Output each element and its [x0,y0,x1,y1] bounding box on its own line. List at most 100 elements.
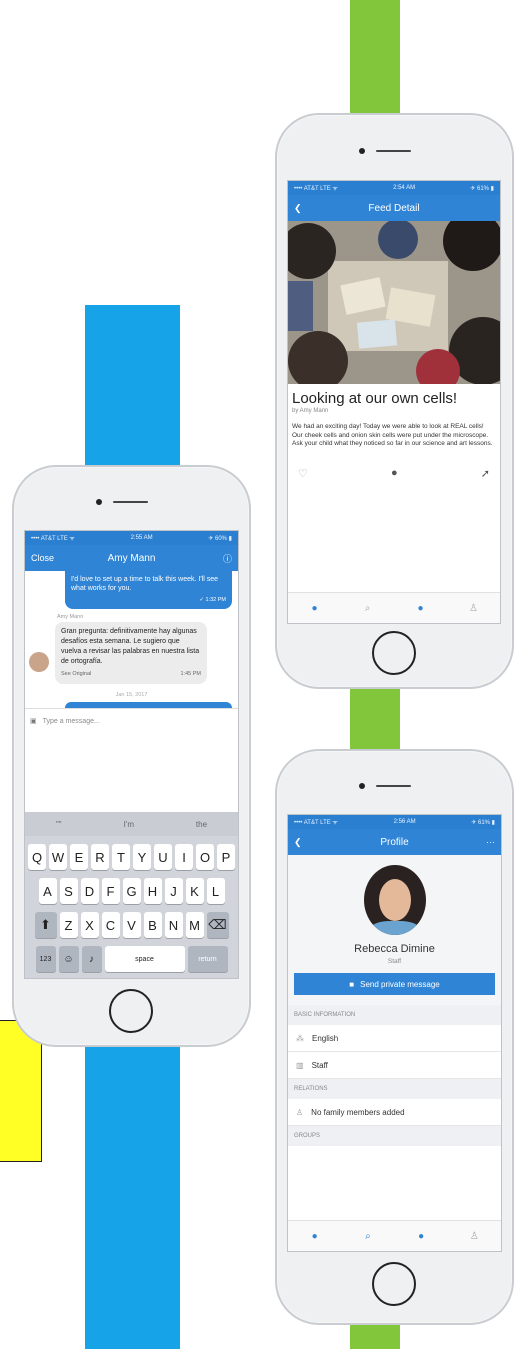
message-input[interactable]: Type a message... [43,718,100,725]
key-b[interactable]: B [143,912,162,938]
feed-tab-icon[interactable]: ● [308,601,322,615]
see-original-link[interactable]: See Original [61,669,91,679]
search-tab-icon[interactable]: ⌕ [361,601,375,615]
key-e[interactable]: E [70,844,88,870]
back-chevron-icon[interactable]: ❮ [294,195,302,221]
backspace-key-icon[interactable]: ⌫ [206,912,229,938]
key-space[interactable]: space [104,946,185,972]
basic-information-header: BASIC INFORMATION [288,1005,501,1025]
incoming-row: Gran pregunta: definitivamente hay algun… [25,622,238,684]
post-photo[interactable] [288,221,500,384]
carrier-signal: •••• AT&T LTE ᯤ [294,820,338,826]
key-w[interactable]: W [49,844,67,870]
carrier-signal: •••• AT&T LTE ᯤ [31,536,75,542]
front-camera [359,783,365,789]
carrier-signal: •••• AT&T LTE ᯤ [294,186,338,192]
key-j[interactable]: J [164,878,183,904]
green-stripe-top [350,0,400,115]
groups-header: GROUPS [288,1126,501,1146]
key-p[interactable]: P [217,844,235,870]
suggestion-2[interactable]: I'm [124,820,134,829]
key-123[interactable]: 123 [35,946,56,972]
key-x[interactable]: X [80,912,99,938]
blue-stripe-top [85,305,180,465]
status-bar: •••• AT&T LTE ᯤ 2:56 AM ✈ 61% ▮ [288,815,501,829]
date-divider: Jan 15, 2017 [115,692,148,698]
profile-tab-icon[interactable]: ♙ [467,1229,481,1243]
key-r[interactable]: R [91,844,109,870]
key-d[interactable]: D [80,878,99,904]
profile-avatar[interactable] [363,865,426,935]
key-y[interactable]: Y [133,844,151,870]
profile-screen: •••• AT&T LTE ᯤ 2:56 AM ✈ 61% ▮ ❮ Profil… [287,814,502,1252]
classroom-photo-illustration [288,221,500,384]
keyboard: "" I'm the Q W E R T Y U I O P A S D F G… [25,812,238,978]
messages-tab-icon[interactable]: ● [414,601,428,615]
key-l[interactable]: L [206,878,225,904]
globe-icon[interactable]: ● [391,467,398,480]
share-icon[interactable]: ➚ [481,467,490,480]
earpiece-speaker [376,150,411,152]
microphone-key-icon[interactable]: ♪ [81,946,102,972]
role-value: Staff [311,1060,328,1070]
emoji-key-icon[interactable]: ☺ [58,946,79,972]
status-time: 2:54 AM [393,185,416,191]
incoming-message-text: Gran pregunta: definitivamente hay algun… [61,628,200,665]
phone-profile: •••• AT&T LTE ᯤ 2:56 AM ✈ 61% ▮ ❮ Profil… [275,749,514,1325]
home-button[interactable] [109,989,153,1033]
key-n[interactable]: N [164,912,183,938]
info-icon[interactable]: ⓘ [223,545,232,571]
key-c[interactable]: C [101,912,120,938]
post-actions: ♡ ● ➚ [288,449,500,480]
heart-icon[interactable]: ♡ [298,467,308,480]
incoming-message-time: 1:45 PM [180,671,201,677]
battery-status: ✈ 61% ▮ [471,819,495,826]
key-h[interactable]: H [143,878,162,904]
back-chevron-icon[interactable]: ❮ [294,829,302,855]
key-k[interactable]: K [185,878,204,904]
key-v[interactable]: V [122,912,141,938]
shift-key-icon[interactable]: ⬆ [34,912,57,938]
incoming-message: Gran pregunta: definitivamente hay algun… [55,622,207,684]
blue-stripe-bottom [85,1040,180,1349]
attachment-icon[interactable]: ▣ [30,717,37,725]
home-button[interactable] [372,631,416,675]
avatar-shirt [369,921,420,935]
role-row: ▥ Staff [288,1052,501,1079]
feed-screen: •••• AT&T LTE ᯤ 2:54 AM ✈ 61% ▮ ❮ Feed D… [287,180,501,624]
key-q[interactable]: Q [28,844,46,870]
key-o[interactable]: O [196,844,214,870]
key-g[interactable]: G [122,878,141,904]
chat-screen: •••• AT&T LTE ᯤ 2:55 AM ✈ 60% ▮ Close Am… [24,530,239,979]
status-time: 2:56 AM [393,819,416,825]
suggestion-1[interactable]: "" [56,820,62,829]
suggestion-bar: "" I'm the [25,812,238,836]
feed-tab-icon[interactable]: ● [308,1229,322,1243]
key-return[interactable]: return [187,946,228,972]
nav-title: Profile [380,836,409,848]
key-m[interactable]: M [185,912,204,938]
sender-avatar[interactable] [29,652,49,672]
language-row: ⁂ English [288,1025,501,1052]
key-s[interactable]: S [59,878,78,904]
close-button[interactable]: Close [31,545,54,571]
search-tab-icon[interactable]: ⌕ [361,1229,375,1243]
key-z[interactable]: Z [59,912,78,938]
more-options-button[interactable]: ··· [486,829,495,855]
messages-tab-icon[interactable]: ● [414,1229,428,1243]
post-title: Looking at our own cells! [292,390,458,407]
key-t[interactable]: T [112,844,130,870]
tab-bar: ● ⌕ ● ♙ [288,592,500,623]
outgoing-message-time: ✓ 1:32 PM [199,597,226,603]
profile-tab-icon[interactable]: ♙ [467,601,481,615]
key-u[interactable]: U [154,844,172,870]
front-camera [96,499,102,505]
key-row-2: A S D F G H J K L [25,878,238,904]
key-a[interactable]: A [38,878,57,904]
home-button[interactable] [372,1262,416,1306]
suggestion-3[interactable]: the [196,820,207,829]
key-f[interactable]: F [101,878,120,904]
send-private-message-button[interactable]: ■ Send private message [294,973,495,995]
key-i[interactable]: I [175,844,193,870]
sender-name: Amy Mann [57,614,84,620]
